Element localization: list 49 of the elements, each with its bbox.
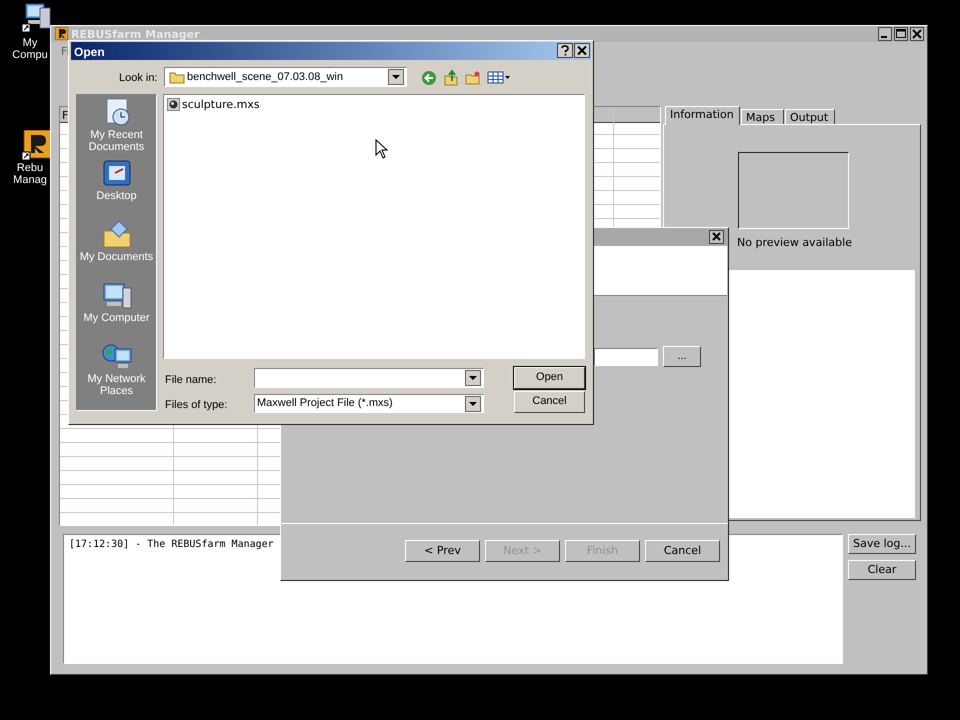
dropdown-button[interactable]	[465, 370, 481, 386]
place-label[interactable]: My Recent Documents	[77, 129, 156, 157]
tab[interactable]: Maps	[741, 109, 784, 125]
wizard-button[interactable]: < Prev	[405, 540, 480, 562]
place-icon[interactable]	[101, 158, 133, 188]
close-button[interactable]	[910, 27, 924, 41]
look-in-label: Look in:	[119, 71, 159, 84]
help-button[interactable]	[557, 43, 573, 58]
view-menu-icon[interactable]	[487, 70, 511, 85]
dialog-title: Open	[74, 44, 106, 59]
folder-icon	[169, 70, 185, 84]
mouse-cursor-icon	[375, 139, 389, 159]
minimize-button[interactable]	[878, 27, 892, 41]
dropdown-button[interactable]	[465, 396, 481, 412]
computer-icon[interactable]	[20, 2, 52, 32]
log-button[interactable]: Clear	[848, 560, 916, 580]
preview-label: No preview available	[737, 235, 853, 249]
folder-dropdown[interactable]: benchwell_scene_07.03.08_win	[164, 67, 407, 87]
back-icon[interactable]	[421, 70, 437, 86]
place-label[interactable]: My Documents	[77, 251, 156, 279]
app-logo-icon	[55, 27, 68, 40]
file-name-field[interactable]	[254, 368, 484, 388]
file-type-dropdown[interactable]: Maxwell Project File (*.mxs)	[254, 394, 484, 413]
new-folder-icon[interactable]	[465, 70, 481, 85]
up-folder-icon[interactable]	[443, 69, 459, 86]
path-field[interactable]	[594, 348, 658, 366]
desktop-icon-label[interactable]: Rebu Manag	[8, 162, 52, 190]
folder-name: benchwell_scene_07.03.08_win	[187, 70, 344, 85]
wizard-button[interactable]: Cancel	[645, 540, 720, 562]
desktop-icon-label[interactable]: My Compu	[8, 37, 52, 65]
tab[interactable]: Information	[665, 106, 740, 125]
file-type-value: Maxwell Project File (*.mxs)	[257, 396, 394, 411]
place-label[interactable]: My Network Places	[77, 373, 156, 401]
place-label[interactable]: Desktop	[77, 190, 156, 218]
field-label: File name:	[165, 373, 218, 386]
dialog-button[interactable]: Cancel	[514, 391, 585, 413]
maximize-button[interactable]	[894, 27, 908, 41]
dropdown-button[interactable]	[388, 69, 404, 85]
field-label: Files of type:	[165, 398, 228, 411]
close-button[interactable]	[574, 43, 590, 58]
place-label[interactable]: My Computer	[77, 312, 156, 340]
file-name[interactable]: sculpture.mxs	[182, 97, 302, 112]
log-button[interactable]: Save log...	[848, 534, 916, 554]
close-button[interactable]	[709, 230, 724, 244]
browse-button[interactable]: ...	[663, 346, 701, 367]
file-icon[interactable]	[167, 98, 180, 111]
tab[interactable]: Output	[785, 109, 835, 125]
dialog-button[interactable]: Open	[514, 367, 585, 389]
log-line: [17:12:30] - The REBUSfarm Manager	[69, 538, 275, 550]
